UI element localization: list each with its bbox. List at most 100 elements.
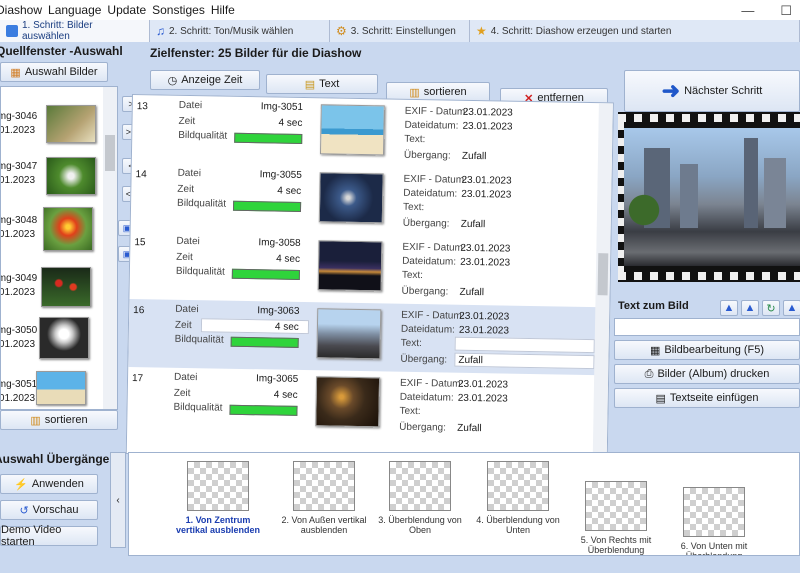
preview-button[interactable]: ↺ Vorschau: [0, 500, 98, 520]
transition-item[interactable]: 2. Von Außen vertikal ausblenden: [279, 461, 369, 535]
exif-label: EXIF - Datum:: [401, 309, 465, 322]
thumbnail: [41, 267, 91, 307]
settings-icon: ⚙: [336, 24, 347, 38]
select-images-button[interactable]: ▦ Auswahl Bilder: [0, 62, 108, 82]
display-time-button[interactable]: ◷ Anzeige Zeit: [150, 70, 260, 90]
preview-label: Vorschau: [32, 504, 79, 516]
list-item[interactable]: Img-3048 23.01.2023: [1, 207, 101, 261]
align-left-icon[interactable]: ▲: [720, 300, 738, 316]
time-value: 4 sec: [277, 185, 302, 197]
list-item[interactable]: Img-3051 23.01.2023: [1, 369, 101, 409]
images-icon: ▦: [10, 66, 21, 79]
text-button[interactable]: ▤ Text: [266, 74, 378, 94]
item-name: Img-3050: [1, 325, 38, 336]
transition-label: 3. Überblendung von Oben: [378, 515, 462, 535]
list-item[interactable]: Img-3046 23.01.2023: [1, 99, 101, 153]
transition-item[interactable]: 6. Von Unten mit Überblendung aufdecken: [669, 487, 759, 555]
table-row[interactable]: 15 Datei Img-3058 Zeit 4 sec Bildqualitä…: [129, 231, 604, 307]
apply-button[interactable]: ⚡ Anwenden: [0, 474, 98, 494]
align-center-icon[interactable]: ▲: [741, 300, 759, 316]
file-value: Img-3051: [260, 101, 304, 113]
transition-item[interactable]: 4. Überblendung von Unten: [473, 461, 563, 535]
transition-label: Übergang:: [403, 149, 451, 162]
align-right-icon[interactable]: ▲: [783, 300, 800, 316]
quality-bar: [231, 268, 300, 280]
next-step-button[interactable]: ➜ Nächster Schritt: [624, 70, 800, 112]
thumbnail: [315, 376, 381, 428]
rotate-icon[interactable]: ↻: [762, 300, 780, 316]
tab-step-1[interactable]: 1. Schritt: Bilder auswählen: [0, 20, 150, 42]
tab-step-1-label: 1. Schritt: Bilder auswählen: [21, 20, 93, 42]
exif-value: 23.01.2023: [457, 378, 509, 391]
time-label: Zeit: [176, 251, 193, 264]
list-item[interactable]: Img-3047 23.01.2023: [1, 153, 101, 207]
filedate-value: 23.01.2023: [460, 256, 511, 269]
select-images-label: Auswahl Bilder: [24, 66, 98, 78]
tab-step-4-label: 4. Schritt: Diashow erzeugen und starten: [490, 25, 672, 37]
target-list[interactable]: 13 Datei Img-3051 Zeit 4 sec Bildqualitä…: [125, 94, 614, 463]
transition-label: Übergang:: [399, 421, 447, 434]
transition-value: Zufall: [459, 286, 485, 299]
menu-sonstiges[interactable]: Sonstiges: [152, 3, 205, 17]
list-item[interactable]: Img-3050 23.01.2023: [1, 315, 101, 369]
exif-label: EXIF - Datum:: [403, 173, 467, 186]
exif-label: EXIF - Datum:: [399, 377, 464, 390]
image-text-input[interactable]: [614, 318, 800, 336]
quality-label: Bildqualität: [174, 333, 224, 346]
quality-bar: [234, 132, 303, 144]
film-perforations-top: [618, 114, 800, 122]
demo-video-button[interactable]: Demo Video starten: [0, 524, 98, 548]
transition-value: Zufall: [460, 218, 486, 231]
time-label: Zeit: [177, 183, 195, 196]
transition-preview: [293, 461, 355, 511]
transition-item[interactable]: 3. Überblendung von Oben: [375, 461, 465, 535]
transition-label: 5. Von Rechts mit Überblendung aufdecken: [580, 535, 652, 555]
minimize-icon[interactable]: —: [741, 3, 754, 19]
menu-update[interactable]: Update: [107, 3, 146, 17]
table-row[interactable]: 17 Datei Img-3065 Zeit 4 sec Bildqualitä…: [127, 367, 602, 443]
thumbnail: [317, 240, 383, 292]
file-value: Img-3058: [258, 237, 301, 249]
trees: [624, 188, 664, 232]
tab-step-3[interactable]: ⚙ 3. Schritt: Einstellungen: [330, 20, 470, 42]
maximize-icon[interactable]: ☐: [780, 3, 792, 19]
menu-hilfe[interactable]: Hilfe: [211, 3, 235, 17]
film-perforations-bottom: [618, 272, 800, 280]
exif-label: EXIF - Datum:: [402, 241, 466, 254]
item-date: 23.01.2023: [0, 287, 36, 298]
file-value: Img-3063: [257, 305, 300, 317]
transition-item[interactable]: 5. Von Rechts mit Überblendung aufdecken: [571, 481, 661, 555]
table-row-selected[interactable]: 16 Datei Img-3063 Zeit 4 sec Bildqualitä…: [128, 298, 604, 376]
transitions-strip[interactable]: 1. Von Zentrum vertikal ausblenden 2. Vo…: [128, 452, 800, 556]
target-scrollbar-thumb[interactable]: [597, 253, 609, 296]
transition-item-selected[interactable]: 1. Von Zentrum vertikal ausblenden: [173, 461, 263, 535]
text-for-image-title: Text zum Bild: [618, 300, 689, 312]
menu-diashow[interactable]: Diashow: [0, 3, 42, 17]
sort-icon: ▥: [30, 414, 41, 427]
step-tabs: 1. Schritt: Bilder auswählen ♫ 2. Schrit…: [0, 20, 800, 42]
thumbnail: [318, 172, 384, 224]
source-scrollbar-thumb[interactable]: [105, 135, 115, 171]
exif-value: 23.01.2023: [460, 242, 511, 255]
table-row[interactable]: 14 Datei Img-3055 Zeit 4 sec Bildqualitä…: [131, 163, 606, 239]
arrow-right-icon: ➜: [661, 78, 681, 103]
list-item[interactable]: Img-3049 23.01.2023: [1, 261, 101, 315]
quality-bar: [232, 200, 302, 212]
text-label: Text:: [399, 405, 421, 418]
transitions-scroll-left[interactable]: ‹: [110, 452, 126, 548]
print-album-button[interactable]: ⎙ Bilder (Album) drucken: [614, 364, 800, 384]
image-edit-button[interactable]: ▦ Bildbearbeitung (F5): [614, 340, 800, 360]
source-scrollbar[interactable]: [103, 87, 117, 409]
transition-label: Übergang:: [402, 217, 450, 230]
thumbnail: [39, 317, 89, 359]
source-list[interactable]: Img-3046 23.01.2023 Img-3047 23.01.2023 …: [0, 86, 118, 410]
insert-textpage-button[interactable]: ▤ Textseite einfügen: [614, 388, 800, 408]
transition-preview: [187, 461, 249, 511]
tab-step-2[interactable]: ♫ 2. Schritt: Ton/Musik wählen: [150, 20, 330, 42]
menu-language[interactable]: Language: [48, 3, 101, 17]
item-name: Img-3048: [1, 215, 38, 226]
table-row[interactable]: 13 Datei Img-3051 Zeit 4 sec Bildqualitä…: [132, 95, 607, 171]
text-field[interactable]: [454, 336, 595, 354]
tab-step-4[interactable]: ★ 4. Schritt: Diashow erzeugen und start…: [470, 20, 800, 42]
sort-source-button[interactable]: ▥ sortieren: [0, 410, 118, 430]
